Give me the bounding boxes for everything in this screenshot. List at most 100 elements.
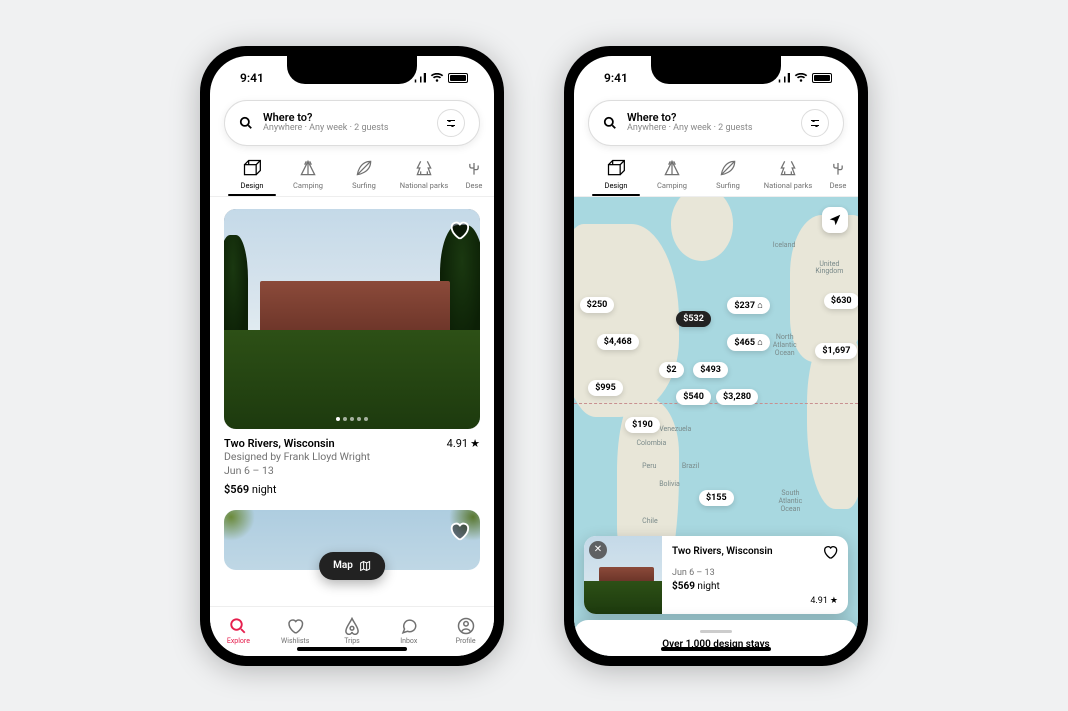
map-geo-label: Chile	[642, 518, 658, 526]
image-pagination-dots	[336, 417, 368, 421]
nav-explore[interactable]: Explore	[210, 607, 267, 656]
battery-icon	[448, 73, 468, 83]
home-indicator[interactable]	[661, 647, 771, 651]
heart-icon	[286, 617, 304, 635]
map-container[interactable]: North Atlantic Ocean South Atlantic Ocean…	[574, 197, 858, 656]
sheet-handle[interactable]	[700, 630, 732, 633]
map-icon	[359, 560, 371, 572]
locate-me-button[interactable]	[822, 207, 848, 233]
map-geo-label: Bolivia	[659, 481, 680, 489]
category-surfing[interactable]: Surfing	[700, 156, 756, 196]
wifi-icon	[430, 73, 444, 83]
equator-line	[574, 403, 858, 404]
map-price-pin[interactable]: $237 ⌂	[727, 297, 769, 314]
search-title: Where to?	[263, 112, 437, 124]
category-camping[interactable]: Camping	[644, 156, 700, 196]
map-card-rating: 4.91★	[810, 596, 838, 606]
home-indicator[interactable]	[297, 647, 407, 651]
map-card-dates: Jun 6 – 13	[672, 568, 838, 578]
search-title: Where to?	[627, 112, 801, 124]
map-price-pin[interactable]: $250	[580, 297, 615, 313]
camping-icon	[662, 158, 682, 178]
phone-list-view: 9:41 Where to? Anywhere · Any week · 2 g…	[200, 46, 504, 666]
star-icon: ★	[830, 596, 838, 606]
search-icon	[239, 116, 253, 130]
map-price-pin[interactable]: $493	[693, 362, 728, 378]
map-price-pin[interactable]: $2	[659, 362, 683, 378]
wishlist-heart-button[interactable]	[448, 219, 470, 241]
search-subtitle: Anywhere · Any week · 2 guests	[627, 124, 801, 134]
category-design[interactable]: Design	[224, 156, 280, 196]
category-desert[interactable]: Dese	[456, 156, 492, 196]
wishlist-heart-button[interactable]	[448, 520, 470, 542]
notch	[651, 56, 781, 84]
map-price-pin[interactable]: $465 ⌂	[727, 334, 769, 351]
world-map[interactable]: North Atlantic Ocean South Atlantic Ocean…	[574, 197, 858, 656]
map-geo-label: Peru	[642, 463, 656, 471]
star-icon: ★	[470, 437, 480, 450]
status-time: 9:41	[240, 71, 264, 85]
map-geo-label: South Atlantic Ocean	[778, 490, 802, 513]
map-toggle-button[interactable]: Map	[319, 552, 385, 580]
battery-icon	[812, 73, 832, 83]
parks-icon	[778, 158, 798, 178]
map-price-pin[interactable]: $155	[699, 490, 734, 506]
category-surfing[interactable]: Surfing	[336, 156, 392, 196]
parks-icon	[414, 158, 434, 178]
listing-location: Two Rivers, Wisconsin	[224, 437, 335, 450]
listing-price: $569 night	[224, 483, 480, 496]
search-subtitle: Anywhere · Any week · 2 guests	[263, 124, 437, 134]
map-geo-label: Brazil	[682, 463, 699, 471]
map-price-pin[interactable]: $995	[588, 380, 623, 396]
map-geo-label: Venezuela	[659, 426, 691, 434]
map-listing-card[interactable]: ✕ Two Rivers, Wisconsin Jun 6 – 13 $569 …	[584, 536, 848, 614]
category-camping[interactable]: Camping	[280, 156, 336, 196]
chat-icon	[400, 617, 418, 635]
wifi-icon	[794, 73, 808, 83]
search-icon	[229, 617, 247, 635]
profile-icon	[457, 617, 475, 635]
wishlist-heart-button[interactable]	[822, 544, 838, 560]
map-geo-label: United Kingdom	[815, 261, 843, 276]
category-tabs: Design Camping Surfing National parks De…	[210, 156, 494, 197]
category-design[interactable]: Design	[588, 156, 644, 196]
filter-button[interactable]	[437, 109, 465, 137]
listing-dates: Jun 6 – 13	[224, 464, 480, 479]
listing-description: Designed by Frank Lloyd Wright	[224, 450, 480, 465]
airbnb-logo-icon	[343, 617, 361, 635]
search-bar[interactable]: Where to? Anywhere · Any week · 2 guests	[224, 100, 480, 146]
map-price-pin[interactable]: $190	[625, 417, 660, 433]
filter-button[interactable]	[801, 109, 829, 137]
map-card-image: ✕	[584, 536, 662, 614]
map-geo-label: Iceland	[773, 242, 796, 250]
search-icon	[603, 116, 617, 130]
camping-icon	[298, 158, 318, 178]
category-national-parks[interactable]: National parks	[392, 156, 456, 196]
map-card-price: $569 night	[672, 581, 838, 592]
map-geo-label: Colombia	[636, 440, 666, 448]
search-bar[interactable]: Where to? Anywhere · Any week · 2 guests	[588, 100, 844, 146]
map-price-pin[interactable]: $3,280	[716, 389, 758, 405]
close-card-button[interactable]: ✕	[589, 541, 607, 559]
map-price-pin[interactable]: $532	[676, 311, 711, 327]
listing-feed[interactable]: Two Rivers, Wisconsin 4.91★ Designed by …	[210, 197, 494, 606]
design-icon	[242, 158, 262, 178]
design-icon	[606, 158, 626, 178]
nav-profile[interactable]: Profile	[437, 607, 494, 656]
category-national-parks[interactable]: National parks	[756, 156, 820, 196]
surfing-icon	[718, 158, 738, 178]
desert-icon	[464, 158, 484, 178]
category-tabs: Design Camping Surfing National parks De…	[574, 156, 858, 197]
map-geo-label: North Atlantic Ocean	[773, 334, 797, 357]
notch	[287, 56, 417, 84]
status-time: 9:41	[604, 71, 628, 85]
phone-map-view: 9:41 Where to? Anywhere · Any week · 2 g…	[564, 46, 868, 666]
map-price-pin[interactable]: $1,697	[815, 343, 857, 359]
category-desert[interactable]: Dese	[820, 156, 856, 196]
listing-image[interactable]	[224, 209, 480, 429]
desert-icon	[828, 158, 848, 178]
map-price-pin[interactable]: $4,468	[597, 334, 639, 350]
map-price-pin[interactable]: $630	[824, 293, 858, 309]
map-price-pin[interactable]: $540	[676, 389, 711, 405]
listing-card[interactable]: Two Rivers, Wisconsin 4.91★ Designed by …	[224, 209, 480, 504]
